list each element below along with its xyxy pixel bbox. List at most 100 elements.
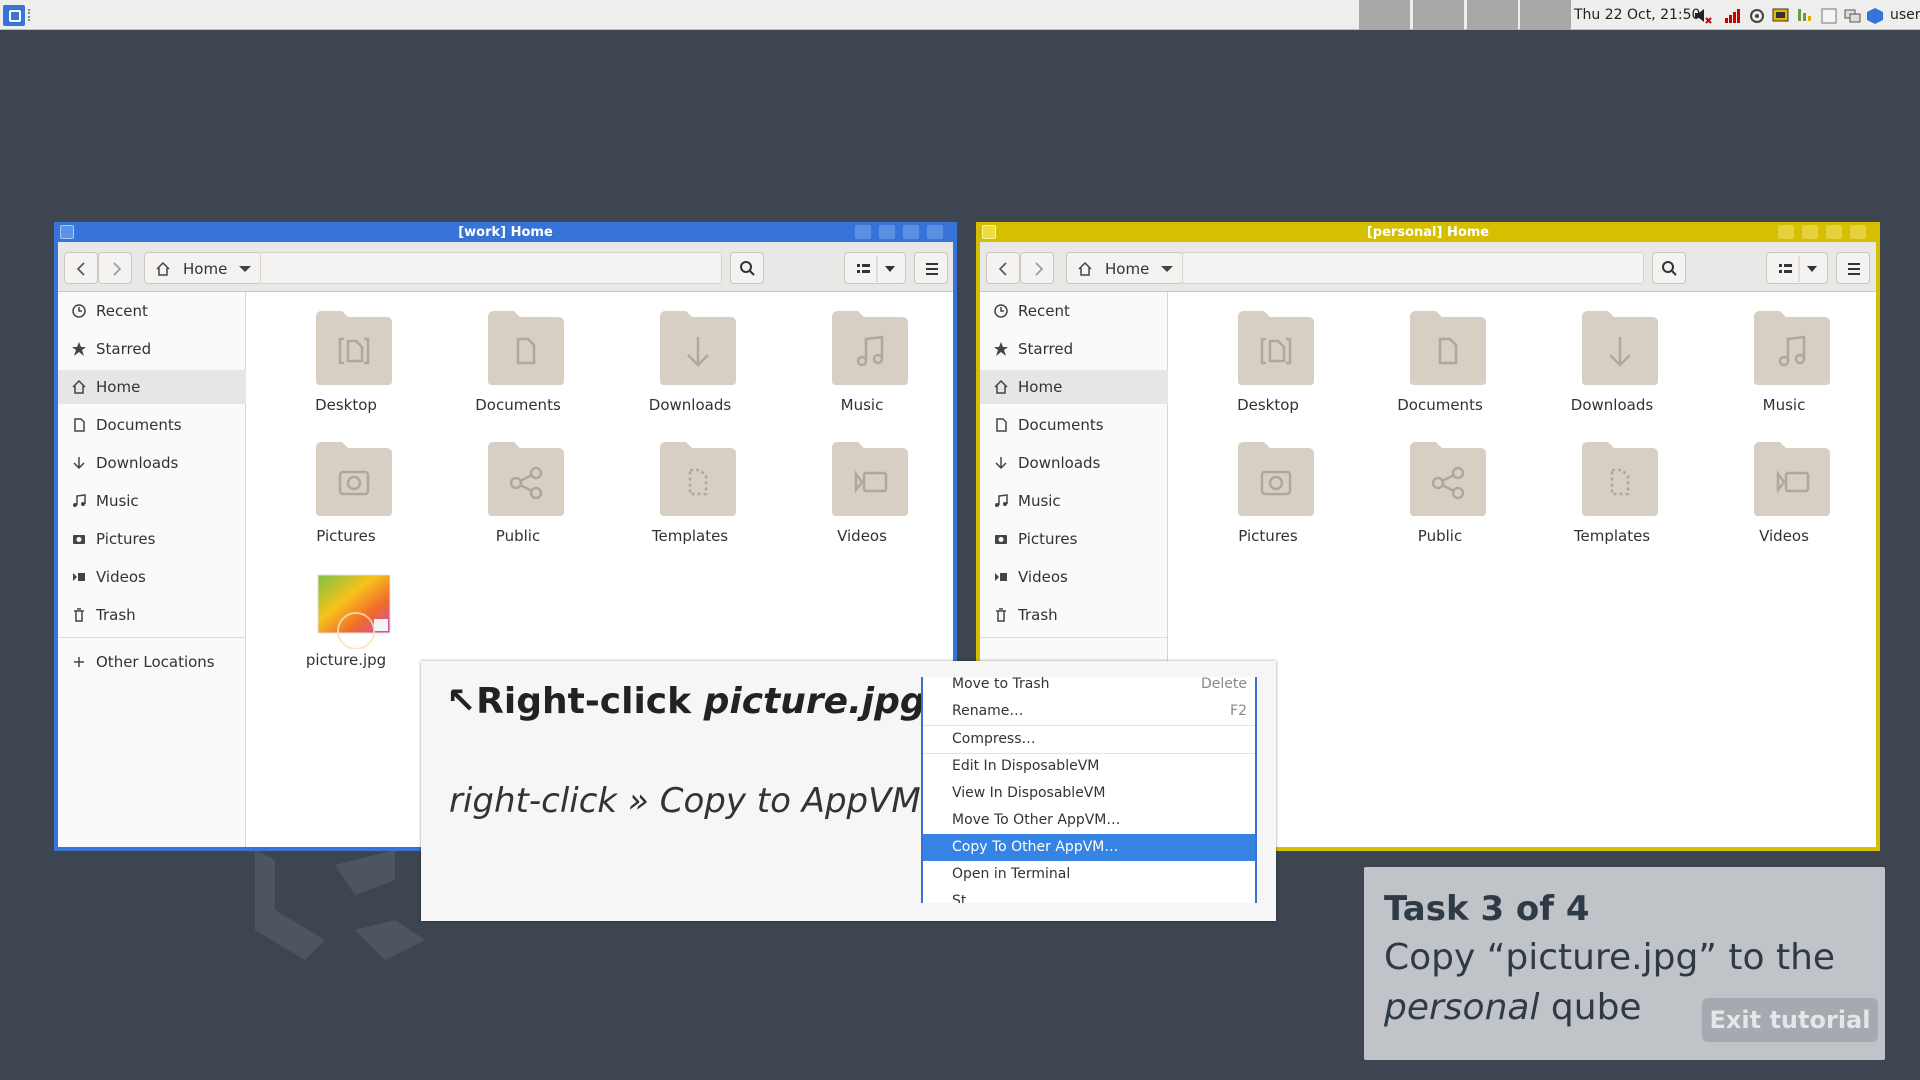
- path-label: Home: [183, 260, 228, 278]
- menu-item-move-to-trash[interactable]: Move to Trash Delete: [923, 677, 1255, 698]
- folder-item-videos[interactable]: Videos: [1704, 438, 1864, 548]
- menu-item-label: Compress…: [952, 731, 1036, 747]
- menu-item-copy-to-other-appvm[interactable]: Copy To Other AppVM…: [923, 834, 1255, 861]
- folder-item-pictures[interactable]: Pictures: [266, 438, 426, 548]
- clipboard-icon[interactable]: [1820, 7, 1838, 24]
- menu-item-move-to-other-appvm[interactable]: Move To Other AppVM…: [923, 807, 1255, 834]
- image-thumbnail-icon: [317, 574, 391, 649]
- folder-item-desktop[interactable]: Desktop: [1188, 307, 1348, 417]
- search-button[interactable]: [730, 252, 764, 284]
- menu-item-open-in-terminal[interactable]: Open in Terminal: [923, 861, 1255, 888]
- path-bar[interactable]: Home: [144, 252, 262, 284]
- path-bar[interactable]: Home: [1066, 252, 1184, 284]
- exit-tutorial-button[interactable]: Exit tutorial: [1702, 998, 1878, 1042]
- folder-item-templates[interactable]: Templates: [610, 438, 770, 548]
- folder-item-music[interactable]: Music: [1704, 307, 1864, 417]
- view-options-button[interactable]: [1766, 252, 1828, 284]
- tutorial-hint: right-click » Copy to AppVM: [449, 781, 921, 821]
- sidebar-item-pictures[interactable]: Pictures: [980, 522, 1168, 556]
- volume-muted-icon[interactable]: [1694, 7, 1712, 24]
- sidebar-item-music[interactable]: Music: [980, 484, 1168, 518]
- sidebar-item-trash[interactable]: Trash: [58, 598, 246, 632]
- sidebar-item-videos[interactable]: Videos: [58, 560, 246, 594]
- folder-item-pictures[interactable]: Pictures: [1188, 438, 1348, 548]
- sidebar-label: Home: [1018, 378, 1063, 396]
- menu-item-truncated[interactable]: St…: [923, 888, 1255, 903]
- window-titlebar[interactable]: [personal] Home: [976, 222, 1880, 242]
- view-options-button[interactable]: [844, 252, 906, 284]
- folder-item-documents[interactable]: Documents: [438, 307, 598, 417]
- qubes-menu-icon[interactable]: [3, 5, 25, 26]
- folder-item-documents[interactable]: Documents: [1360, 307, 1520, 417]
- sidebar-item-home[interactable]: Home: [980, 370, 1168, 404]
- folder-item-public[interactable]: Public: [438, 438, 598, 548]
- sidebar-item-documents[interactable]: Documents: [980, 408, 1168, 442]
- taskbar-slot[interactable]: [1359, 0, 1410, 30]
- sidebar-item-recent[interactable]: Recent: [980, 294, 1168, 328]
- shade-button[interactable]: [1778, 225, 1794, 239]
- item-label: Pictures: [1238, 527, 1298, 545]
- folder-item-videos[interactable]: Videos: [782, 438, 942, 548]
- minimize-button[interactable]: [1802, 225, 1818, 239]
- location-entry[interactable]: [1182, 252, 1644, 284]
- taskbar-slot[interactable]: [1413, 0, 1464, 30]
- folder-item-downloads[interactable]: Downloads: [610, 307, 770, 417]
- disk-icon[interactable]: [1796, 7, 1814, 24]
- sidebar-item-other-locations[interactable]: Other Locations: [58, 645, 246, 679]
- main-menu-button[interactable]: [914, 252, 948, 284]
- sidebar-item-pictures[interactable]: Pictures: [58, 522, 246, 556]
- folder-item-public[interactable]: Public: [1360, 438, 1520, 548]
- main-menu-button[interactable]: [1836, 252, 1870, 284]
- clock[interactable]: Thu 22 Oct, 21:50: [1574, 7, 1700, 23]
- folder-item-desktop[interactable]: Desktop: [266, 307, 426, 417]
- maximize-button[interactable]: [903, 225, 919, 239]
- folder-item-downloads[interactable]: Downloads: [1532, 307, 1692, 417]
- back-button[interactable]: [986, 252, 1020, 284]
- menu-item-edit-in-disposablevm[interactable]: Edit In DisposableVM: [923, 753, 1255, 780]
- menu-item-label: Open in Terminal: [952, 866, 1071, 882]
- minimize-button[interactable]: [879, 225, 895, 239]
- back-button[interactable]: [64, 252, 98, 284]
- sidebar-item-downloads[interactable]: Downloads: [58, 446, 246, 480]
- menu-item-rename[interactable]: Rename… F2: [923, 698, 1255, 725]
- search-button[interactable]: [1652, 252, 1686, 284]
- folder-item-music[interactable]: Music: [782, 307, 942, 417]
- sidebar-item-starred[interactable]: Starred: [58, 332, 246, 366]
- window-switcher-icon[interactable]: [1844, 7, 1862, 24]
- forward-button[interactable]: [1020, 252, 1054, 284]
- sidebar-label: Starred: [1018, 340, 1074, 358]
- forward-icon: [1035, 262, 1044, 276]
- menu-item-view-in-disposablevm[interactable]: View In DisposableVM: [923, 780, 1255, 807]
- folder-item-templates[interactable]: Templates: [1532, 438, 1692, 548]
- location-entry[interactable]: [260, 252, 722, 284]
- folder-desktop-icon: [316, 311, 392, 385]
- sidebar-item-trash[interactable]: Trash: [980, 598, 1168, 632]
- user-label[interactable]: user: [1890, 7, 1920, 23]
- sidebar-item-videos[interactable]: Videos: [980, 560, 1168, 594]
- devices-icon[interactable]: [1772, 7, 1790, 24]
- sidebar-item-recent[interactable]: Recent: [58, 294, 246, 328]
- close-button[interactable]: [1850, 225, 1866, 239]
- qubes-updates-icon[interactable]: [1748, 7, 1766, 24]
- forward-button[interactable]: [98, 252, 132, 284]
- shade-button[interactable]: [855, 225, 871, 239]
- sidebar-item-music[interactable]: Music: [58, 484, 246, 518]
- sidebar-item-home[interactable]: Home: [58, 370, 246, 404]
- sidebar-item-starred[interactable]: Starred: [980, 332, 1168, 366]
- taskbar-slot[interactable]: [1467, 0, 1518, 30]
- qubes-domains-icon[interactable]: [1866, 7, 1884, 24]
- close-button[interactable]: [927, 225, 943, 239]
- file-item-picture-jpg[interactable]: picture.jpg: [266, 569, 426, 679]
- window-titlebar[interactable]: [work] Home: [54, 222, 957, 242]
- folder-templates-icon: [1582, 442, 1658, 516]
- sidebar-item-documents[interactable]: Documents: [58, 408, 246, 442]
- top-panel: Thu 22 Oct, 21:50 user: [0, 0, 1920, 30]
- sidebar-item-downloads[interactable]: Downloads: [980, 446, 1168, 480]
- item-label: Templates: [651, 527, 729, 545]
- clock-icon: [994, 304, 1008, 318]
- network-signal-icon[interactable]: [1724, 7, 1742, 24]
- taskbar-slot[interactable]: [1520, 0, 1571, 30]
- menu-item-compress[interactable]: Compress…: [923, 726, 1255, 753]
- folder-public-icon: [488, 442, 564, 516]
- maximize-button[interactable]: [1826, 225, 1842, 239]
